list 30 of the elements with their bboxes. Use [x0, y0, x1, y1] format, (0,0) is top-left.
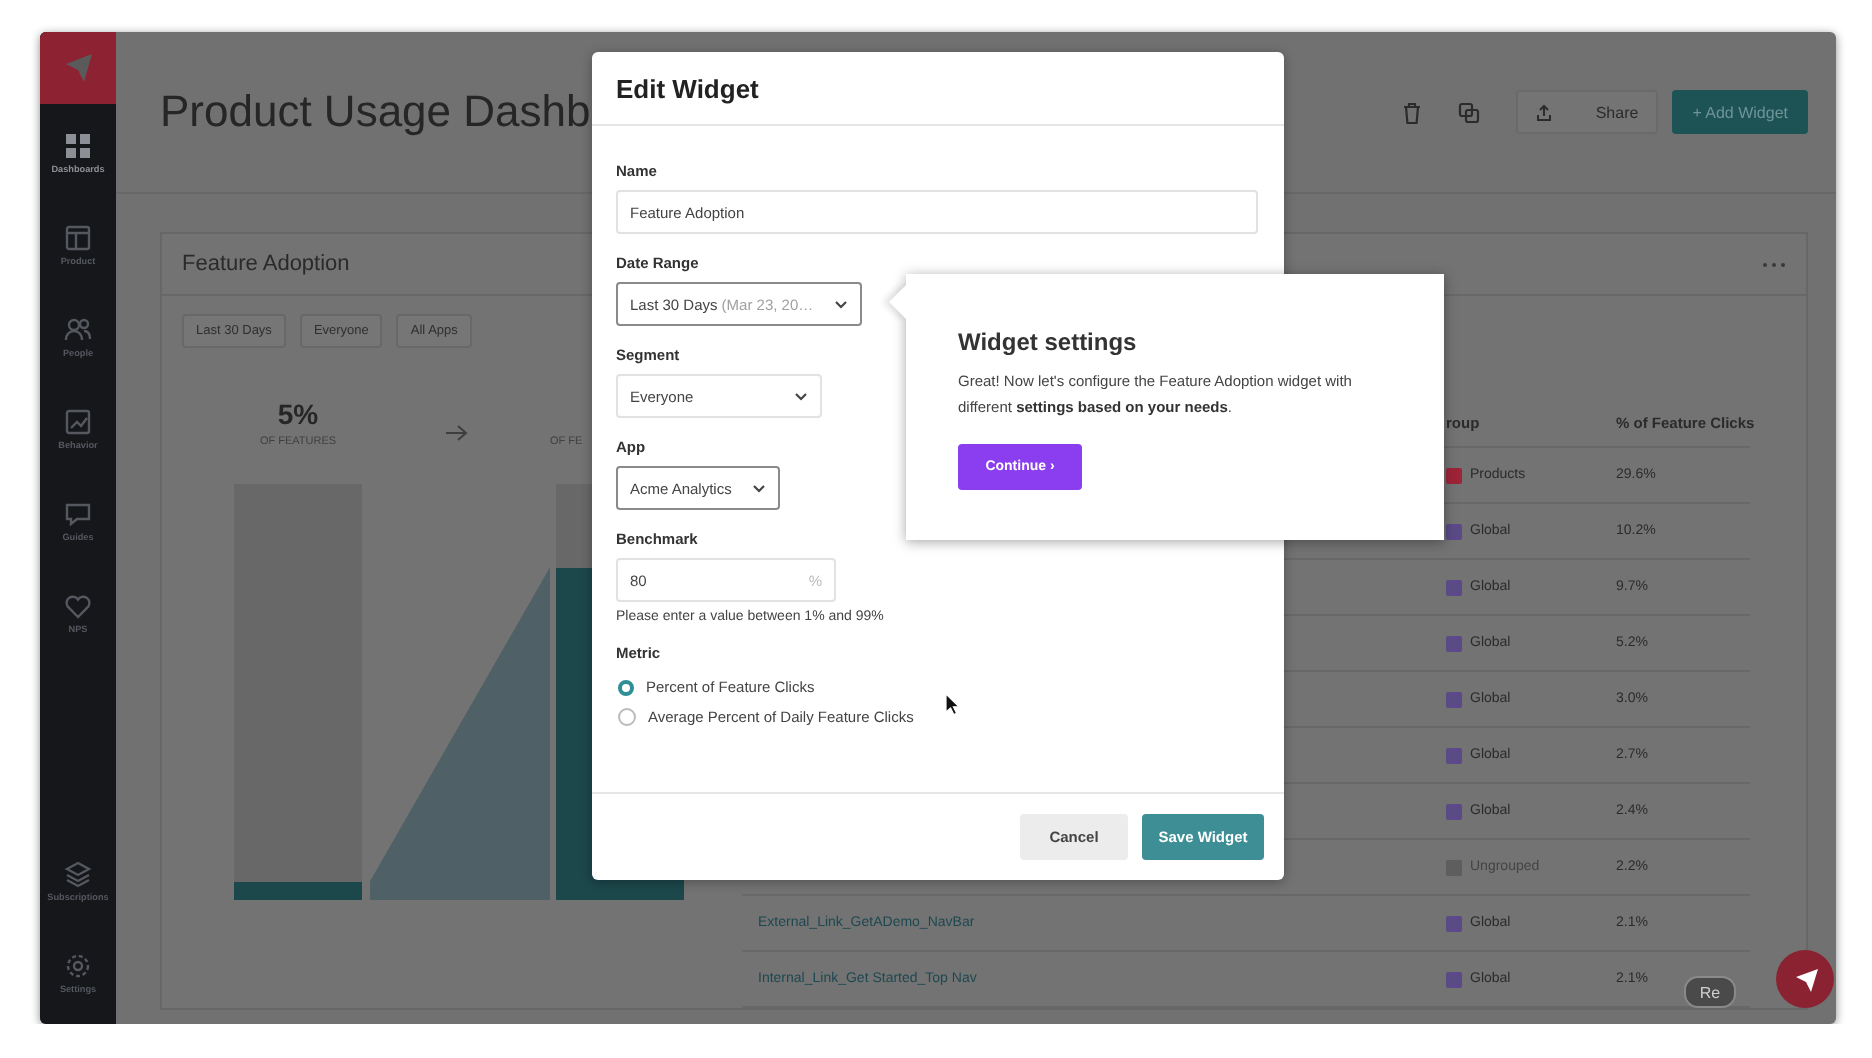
chat-bubble-icon: [64, 500, 92, 528]
layers-icon: [64, 860, 92, 888]
radio-button[interactable]: [618, 679, 634, 695]
popover-title: Widget settings: [958, 328, 1139, 356]
browser-icon: [64, 224, 92, 252]
widget-title: Feature Adoption: [182, 252, 350, 276]
floating-action-button[interactable]: [1776, 950, 1834, 1008]
radio-button[interactable]: [618, 708, 636, 726]
chart-icon: [64, 408, 92, 436]
add-widget-button[interactable]: + Add Widget: [1672, 90, 1808, 134]
page-title: Product Usage Dashb: [160, 86, 591, 138]
more-icon[interactable]: [1762, 261, 1786, 267]
settings-icon: [64, 952, 92, 980]
people-icon: [64, 316, 92, 344]
arrow-right-icon: [444, 424, 468, 442]
copy-icon[interactable]: [1457, 101, 1480, 123]
stat-value: 5%: [275, 398, 321, 430]
cursor-icon: [944, 692, 960, 716]
trash-icon[interactable]: [1401, 101, 1422, 123]
grid-icon: [64, 132, 92, 160]
chevron-down-icon: [794, 391, 808, 401]
flag-icon: [1791, 965, 1819, 993]
chevron-down-icon: [833, 299, 848, 309]
chevron-down-icon: [751, 483, 766, 493]
dialog-title: Edit Widget: [616, 73, 759, 103]
share-button[interactable]: Share: [1515, 90, 1659, 134]
flag-logo-icon: [62, 52, 94, 84]
heart-icon: [64, 592, 92, 620]
help-badge[interactable]: Re: [1684, 976, 1736, 1008]
upload-icon: [1535, 103, 1552, 121]
